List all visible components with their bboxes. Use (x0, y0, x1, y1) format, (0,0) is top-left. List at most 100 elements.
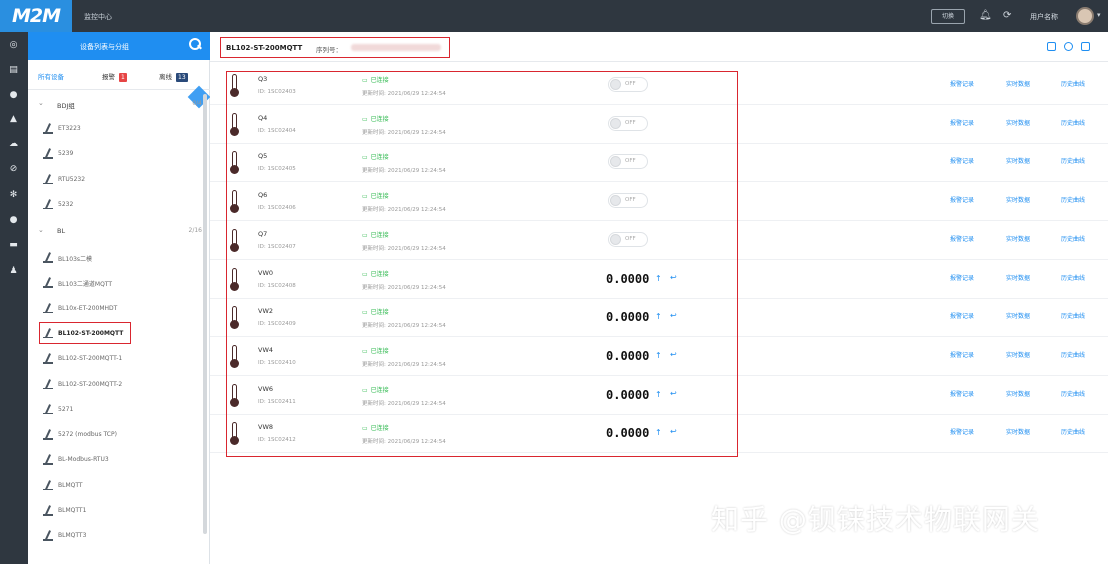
alarm-icon[interactable]: ▲ (7, 113, 20, 126)
device-list-item[interactable]: RTU5232 (28, 167, 210, 193)
row-link-1[interactable]: 实时数据 (1006, 350, 1030, 359)
device-icon (42, 529, 54, 541)
device-icon (42, 276, 54, 288)
row-link-0[interactable]: 报警记录 (950, 273, 974, 282)
device-list-item[interactable]: ET3223 (28, 116, 210, 142)
row-link-2[interactable]: 历史曲线 (1061, 350, 1085, 359)
chart-icon[interactable]: ⊘ (7, 163, 20, 176)
device-list-item[interactable]: BL103s二模 (28, 245, 210, 271)
settings-icon[interactable]: ✻ (7, 189, 20, 202)
row-link-0[interactable]: 报警记录 (950, 118, 974, 127)
row-link-0[interactable]: 报警记录 (950, 427, 974, 436)
chevron-down-icon[interactable]: ▾ (1097, 11, 1101, 19)
edit-icon[interactable] (1081, 42, 1090, 51)
group-bl[interactable]: ⌄ BL 2/16 (28, 221, 210, 241)
filter-alarm-label: 报警 (102, 73, 115, 81)
device-name: 5239 (58, 150, 74, 158)
device-icon (42, 352, 54, 364)
device-list-item[interactable]: 5272 (modbus TCP) (28, 422, 210, 448)
row-link-2[interactable]: 历史曲线 (1061, 156, 1085, 165)
row-link-1[interactable]: 实时数据 (1006, 195, 1030, 204)
row-link-0[interactable]: 报警记录 (950, 234, 974, 243)
bell-icon[interactable]: 🔔︎ (979, 9, 992, 23)
row-link-2[interactable]: 历史曲线 (1061, 118, 1085, 127)
cloud-icon[interactable]: ☁ (7, 138, 20, 151)
chevron-down-icon[interactable]: ⌄ (38, 226, 44, 234)
row-link-2[interactable]: 历史曲线 (1061, 427, 1085, 436)
save-icon[interactable] (1047, 42, 1056, 51)
device-icon (42, 428, 54, 440)
row-link-0[interactable]: 报警记录 (950, 195, 974, 204)
row-link-1[interactable]: 实时数据 (1006, 234, 1030, 243)
row-link-1[interactable]: 实时数据 (1006, 311, 1030, 320)
device-name: BL103s二模 (58, 256, 93, 263)
user-name[interactable]: 用户名称 (1030, 12, 1058, 22)
group-name: BDJ组 (57, 102, 75, 110)
card-icon[interactable]: ▬ (7, 239, 20, 252)
group-count: 0/4 (192, 100, 202, 107)
row-link-0[interactable]: 报警记录 (950, 389, 974, 398)
row-link-2[interactable]: 历史曲线 (1061, 389, 1085, 398)
row-link-1[interactable]: 实时数据 (1006, 118, 1030, 127)
device-list-item[interactable]: BLMQTT1 (28, 498, 210, 524)
sync-icon[interactable]: ⟳ (1003, 9, 1011, 23)
device-icon (42, 302, 54, 314)
row-link-1[interactable]: 实时数据 (1006, 273, 1030, 282)
device-list-item[interactable]: BL103二通道MQTT (28, 270, 210, 296)
row-link-0[interactable]: 报警记录 (950, 350, 974, 359)
device-header: BL102-ST-200MQTT 序列号： (210, 32, 1108, 62)
location-icon[interactable]: ● (7, 89, 20, 102)
device-list-item[interactable]: BLMQTT3 (28, 523, 210, 549)
user-icon[interactable]: ♟ (7, 265, 20, 278)
device-name: BL10x-ET-200MHDT (58, 304, 118, 312)
device-list-item[interactable]: BL102-ST-200MQTT-2 (28, 372, 210, 398)
device-list-item[interactable]: 5271 (28, 397, 210, 423)
alarm-count-badge: 1 (119, 72, 127, 82)
device-panel: 设备列表与分组 所有设备 报警 1 离线 13 ⌄ BDJ组 0/4 ET3223 5… (28, 32, 211, 564)
device-list-item[interactable]: BLMQTT (28, 473, 210, 499)
drop-icon[interactable]: ● (7, 214, 20, 227)
search-icon[interactable] (188, 37, 202, 51)
filter-offline[interactable]: 离线 13 (159, 71, 188, 82)
row-link-2[interactable]: 历史曲线 (1061, 195, 1085, 204)
dashboard-icon[interactable]: ◎ (7, 39, 20, 52)
row-link-2[interactable]: 历史曲线 (1061, 311, 1085, 320)
filter-all[interactable]: 所有设备 (38, 71, 64, 81)
device-name: BLMQTT1 (58, 507, 87, 514)
row-link-1[interactable]: 实时数据 (1006, 79, 1030, 88)
device-list-item[interactable]: BL102-ST-200MQTT-1 (28, 346, 210, 372)
filter-alarm[interactable]: 报警 1 (102, 71, 127, 82)
device-icon (42, 251, 54, 263)
row-link-2[interactable]: 历史曲线 (1061, 234, 1085, 243)
filter-offline-label: 离线 (159, 73, 172, 81)
header-button[interactable]: 切换 (931, 9, 965, 24)
device-name: BL102-ST-200MQTT-2 (58, 380, 123, 388)
row-link-0[interactable]: 报警记录 (950, 79, 974, 88)
device-name: 5272 (modbus TCP) (58, 431, 117, 439)
monitor-icon[interactable]: ▤ (7, 64, 20, 77)
row-link-2[interactable]: 历史曲线 (1061, 273, 1085, 282)
device-list-item[interactable]: BL10x-ET-200MHDT (28, 296, 210, 322)
chevron-down-icon[interactable]: ⌄ (38, 99, 44, 107)
row-link-1[interactable]: 实时数据 (1006, 389, 1030, 398)
device-name: 5232 (58, 200, 74, 208)
row-link-2[interactable]: 历史曲线 (1061, 79, 1085, 88)
app-logo[interactable]: M2M (0, 0, 72, 32)
device-icon (42, 122, 54, 134)
settings-icon[interactable] (1064, 42, 1073, 51)
device-list-item[interactable]: BL-Modbus-RTU3 (28, 447, 210, 473)
device-list-item[interactable]: 5232 (28, 192, 210, 218)
serial-value-redacted (351, 44, 441, 51)
row-link-0[interactable]: 报警记录 (950, 311, 974, 320)
row-link-0[interactable]: 报警记录 (950, 156, 974, 165)
row-link-1[interactable]: 实时数据 (1006, 156, 1030, 165)
device-icon (42, 198, 54, 210)
device-list-item[interactable]: 5239 (28, 141, 210, 167)
device-icon (42, 504, 54, 516)
panel-scrollbar[interactable] (203, 94, 207, 534)
device-list-item[interactable]: BL102-ST-200MQTT (28, 321, 210, 347)
group-bdj[interactable]: ⌄ BDJ组 0/4 (28, 94, 210, 114)
panel-title: 设备列表与分组 (80, 43, 129, 51)
avatar[interactable] (1076, 7, 1094, 25)
row-link-1[interactable]: 实时数据 (1006, 427, 1030, 436)
